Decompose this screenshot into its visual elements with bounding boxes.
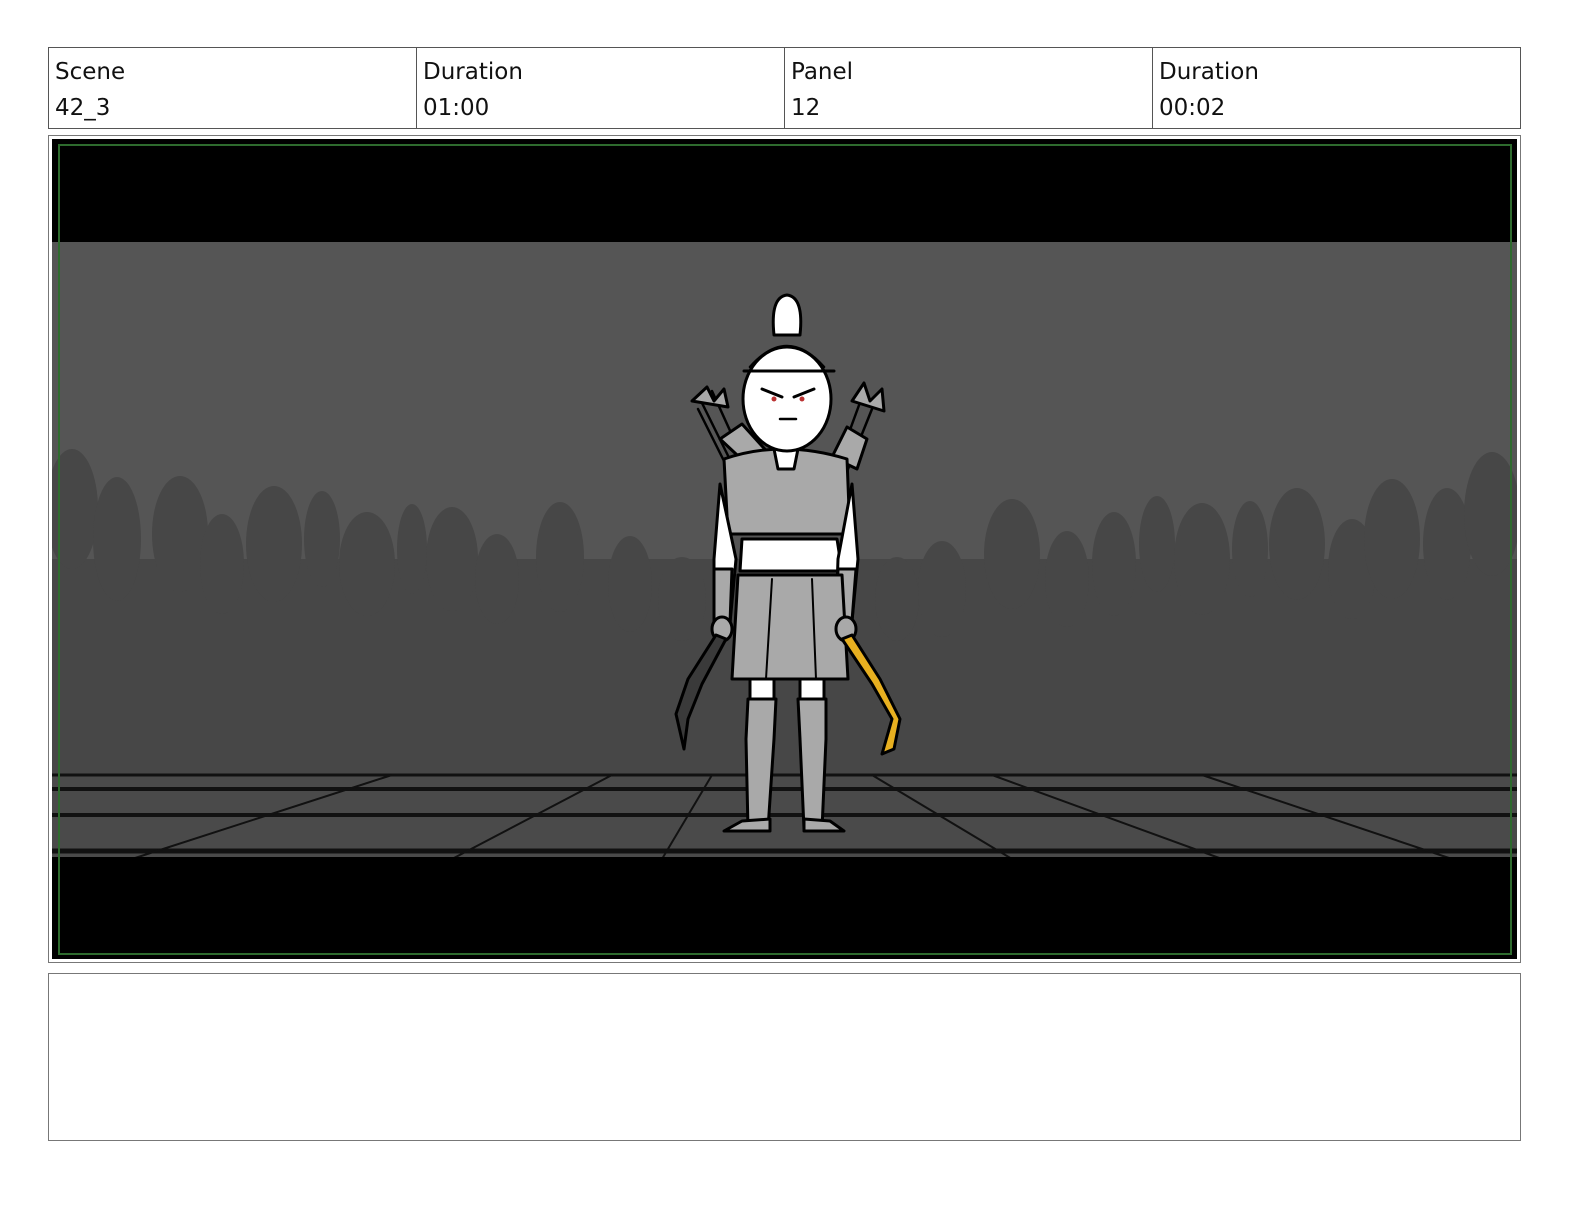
- letterbox-top: [52, 139, 1517, 242]
- panel-drawing: [52, 139, 1517, 959]
- storyboard-panel: [48, 135, 1521, 963]
- panel-cell: Panel 12: [785, 48, 1153, 128]
- scene-value: 42_3: [55, 95, 111, 121]
- panel-value: 12: [791, 95, 821, 121]
- stage-floor: [52, 773, 1517, 864]
- scene-duration-label: Duration: [423, 59, 523, 85]
- scene-cell: Scene 42_3: [49, 48, 417, 128]
- panel-duration-label: Duration: [1159, 59, 1259, 85]
- panel-duration-cell: Duration 00:02: [1153, 48, 1520, 128]
- letterbox-bottom: [52, 857, 1517, 959]
- panel-info-header: Scene 42_3 Duration 01:00 Panel 12 Durat…: [48, 47, 1521, 129]
- panel-duration-value: 00:02: [1159, 95, 1226, 121]
- scene-label: Scene: [55, 59, 126, 85]
- panel-label: Panel: [791, 59, 854, 85]
- scene-duration-cell: Duration 01:00: [417, 48, 785, 128]
- scene-duration-value: 01:00: [423, 95, 490, 121]
- panel-notes[interactable]: [48, 973, 1521, 1141]
